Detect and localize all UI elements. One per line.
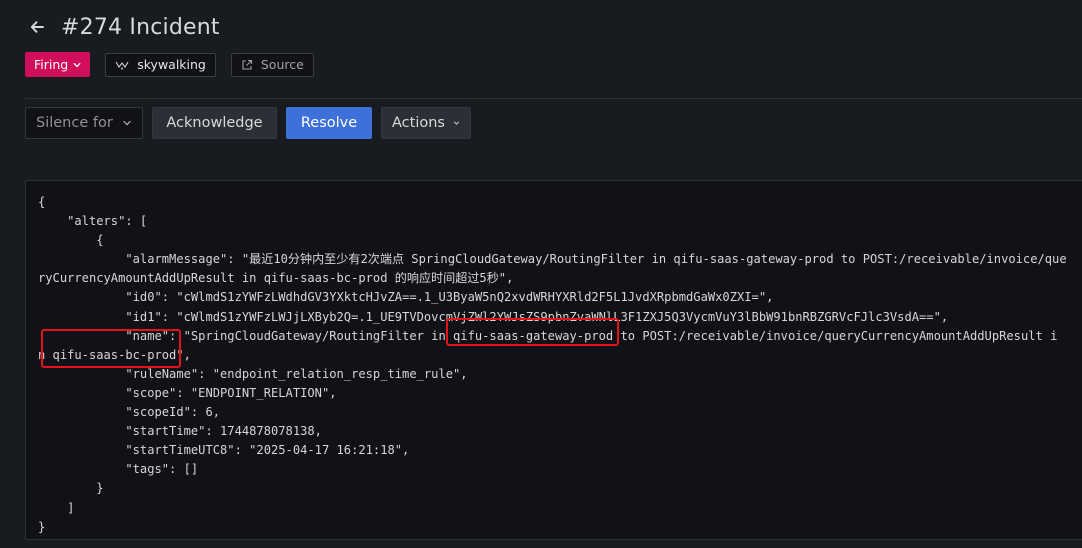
- chevron-down-icon: [453, 121, 460, 125]
- json-line: "startTime": 1744878078138,: [38, 424, 322, 439]
- header-divider: [25, 98, 1082, 99]
- resolve-button[interactable]: Resolve: [286, 107, 372, 139]
- json-line: "scope": "ENDPOINT_RELATION",: [38, 385, 337, 400]
- json-line: "id1": "cWlmdS1zYWFzLWJjLXByb2Q=.1_UE9TV…: [38, 309, 949, 324]
- source-label: Source: [260, 57, 304, 72]
- integration-label: skywalking: [137, 57, 206, 72]
- integration-chip: skywalking: [105, 52, 216, 77]
- json-line: "id0": "cWlmdS1zYWFzLWdhdGV3YXktcHJvZA==…: [38, 290, 774, 305]
- status-badge[interactable]: Firing: [25, 52, 91, 77]
- json-line: "scopeId": 6,: [38, 405, 221, 420]
- incident-toolbar: Silence for Acknowledge Resolve Actions: [25, 107, 471, 139]
- external-link-icon: [242, 59, 252, 70]
- acknowledge-button[interactable]: Acknowledge: [152, 107, 277, 139]
- json-line: {: [38, 195, 46, 209]
- page-title: #274 Incident: [61, 14, 220, 40]
- json-line: "ruleName": "endpoint_relation_resp_time…: [38, 366, 468, 381]
- status-label: Firing: [34, 57, 69, 72]
- chevron-down-icon: [73, 62, 81, 67]
- page-header: #274 Incident: [25, 10, 220, 44]
- json-line: n qifu-saas-bc-prod",: [38, 347, 191, 362]
- json-line: "alters": [: [38, 214, 148, 229]
- json-line: "name": "SpringCloudGateway/RoutingFilte…: [38, 328, 1058, 343]
- json-line: ]: [38, 500, 75, 515]
- json-line: {: [38, 233, 104, 248]
- actions-label: Actions: [392, 115, 445, 131]
- arrow-left-icon: [30, 21, 44, 33]
- source-link[interactable]: Source: [230, 52, 314, 77]
- json-line: }: [38, 481, 104, 496]
- skywalking-icon: [115, 61, 129, 69]
- json-line: }: [38, 519, 46, 534]
- back-button[interactable]: [25, 15, 49, 39]
- json-line: "alarmMessage": "最近10分钟内至少有2次端点 SpringCl…: [38, 252, 1067, 267]
- chevron-down-icon: [123, 120, 131, 126]
- incident-tags: Firing skywalking Source: [25, 52, 314, 77]
- alert-payload-json: { "alters": [ { "alarmMessage": "最近10分钟内…: [38, 193, 1067, 537]
- json-line: "tags": []: [38, 462, 199, 477]
- silence-label: Silence for: [36, 115, 113, 131]
- json-line: ryCurrencyAmountAddUpResult in qifu-saas…: [38, 271, 514, 286]
- json-line: "startTimeUTC8": "2025-04-17 16:21:18",: [38, 443, 410, 458]
- alert-payload-panel: { "alters": [ { "alarmMessage": "最近10分钟内…: [25, 180, 1082, 540]
- actions-menu-button[interactable]: Actions: [381, 107, 471, 139]
- silence-for-select[interactable]: Silence for: [25, 107, 143, 139]
